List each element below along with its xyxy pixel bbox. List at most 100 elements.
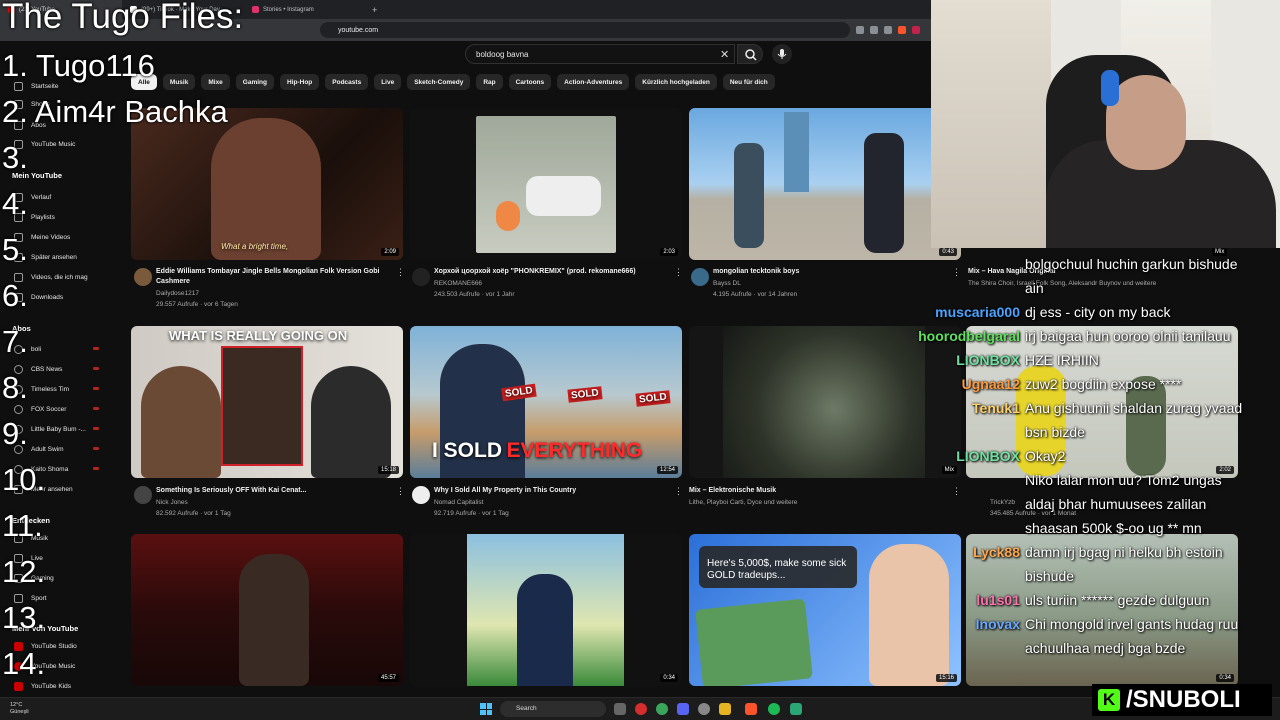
chat-username[interactable]: LIONBOX	[956, 445, 1020, 467]
url-field[interactable]: youtube.com	[320, 22, 850, 38]
instagram-icon	[252, 6, 259, 13]
chat-username[interactable]: hoorodbelgaral	[918, 325, 1020, 347]
video-duration: 15:18	[377, 466, 399, 474]
chip-cartoons[interactable]: Cartoons	[508, 74, 552, 90]
video-thumbnail[interactable]: 2:03	[410, 108, 682, 260]
chat-username[interactable]: Ugnaa12	[962, 373, 1020, 395]
chat-username[interactable]: lu1s01	[976, 589, 1020, 611]
more-options-icon[interactable]: ⋮	[674, 267, 683, 278]
chip-podcasts[interactable]: Podcasts	[325, 74, 369, 90]
overlay-list-item: 4.	[2, 186, 28, 221]
video-thumbnail[interactable]: SOLD SOLD SOLD I SOLD EVERYTHING 12:54	[410, 326, 682, 478]
sidebar-item-label: Adult Swim	[31, 445, 64, 453]
live-indicator	[93, 447, 99, 450]
discord-icon[interactable]	[677, 703, 689, 715]
video-thumbnail[interactable]: What a bright time, 2:09	[131, 108, 403, 260]
chat-username[interactable]: Inovax	[976, 613, 1020, 635]
video-thumbnail[interactable]: 45:57	[131, 534, 403, 686]
chip-new-for-you[interactable]: Neu für dich	[722, 74, 775, 90]
sidebar-item-label: YouTube Kids	[31, 682, 71, 690]
video-thumbnail[interactable]: WHAT IS REALLY GOING ON 15:18	[131, 326, 403, 478]
channel-avatar[interactable]	[134, 268, 152, 286]
overlay-list-item: 11.	[2, 508, 43, 543]
video-title[interactable]: mongolian tecktonik boys	[713, 267, 799, 277]
new-tab-button[interactable]: +	[372, 5, 377, 15]
video-title[interactable]: Eddie Williams Tombayar Jingle Bells Mon…	[156, 267, 396, 287]
chip-live[interactable]: Live	[374, 74, 402, 90]
channel-avatar[interactable]	[412, 486, 430, 504]
singer-figure	[211, 118, 321, 260]
more-options-icon[interactable]: ⋮	[952, 486, 961, 497]
more-options-icon[interactable]: ⋮	[674, 486, 683, 497]
channel-name[interactable]: Bayss DL	[713, 278, 741, 289]
taskbar-search[interactable]: Search	[500, 701, 606, 717]
chip-action-adventures[interactable]: Action-Adventures	[557, 74, 630, 90]
opera-icon[interactable]	[635, 703, 647, 715]
chip-musik[interactable]: Musik	[162, 74, 196, 90]
overlay-title: The Tugo Files:	[2, 0, 244, 36]
sidebar-item-label: CBS News	[31, 365, 63, 373]
video-duration: 12:54	[656, 466, 678, 474]
chip-recently-uploaded[interactable]: Kürzlich hochgeladen	[635, 74, 717, 90]
video-title[interactable]: Why I Sold All My Property in This Count…	[434, 486, 576, 496]
app-icon[interactable]	[790, 703, 802, 715]
video-thumbnail[interactable]: Mix	[689, 326, 961, 478]
obs-icon[interactable]	[698, 703, 710, 715]
clear-search-icon[interactable]: ✕	[720, 48, 729, 61]
brave-icon[interactable]	[745, 703, 757, 715]
more-options-icon[interactable]: ⋮	[952, 267, 961, 278]
download-icon[interactable]	[856, 26, 864, 34]
video-title[interactable]: Something Is Seriously OFF With Kai Cena…	[156, 486, 306, 496]
channel-avatar[interactable]	[691, 268, 709, 286]
headline-white: I SOLD	[432, 439, 503, 462]
video-thumbnail[interactable]: 0:34	[410, 534, 682, 686]
overlay-list-item: 2. Aim4r Bachka	[2, 94, 228, 129]
video-thumbnail[interactable]: 0:43	[689, 108, 961, 260]
video-title[interactable]: Хорхой цоорхой хоёр "PHONKREMIX" (prod. …	[434, 267, 636, 277]
chat-username[interactable]: muscaria000	[935, 301, 1020, 323]
channel-name[interactable]: Lithe, Playboi Carti, Dyce und weitere	[689, 497, 797, 508]
brave-shield-icon[interactable]	[898, 26, 906, 34]
search-button[interactable]	[737, 44, 763, 64]
channel-avatar[interactable]	[134, 486, 152, 504]
chat-username[interactable]: Lyck88	[973, 541, 1020, 563]
chip-rap[interactable]: Rap	[476, 74, 503, 90]
tab-label: Stories • Instagram	[263, 6, 314, 13]
channel-name[interactable]: The Shira Choir, Israeli Folk Song, Alek…	[968, 278, 1156, 289]
channel-name[interactable]: Nomad Capitalist	[434, 497, 484, 508]
channel-name[interactable]: REKOMANE666	[434, 278, 482, 289]
chat-message: bishude	[1025, 568, 1075, 584]
folder-icon[interactable]	[719, 703, 731, 715]
more-options-icon[interactable]: ⋮	[396, 267, 405, 278]
sidebar-item-label: Videos, die ich mag	[31, 273, 88, 281]
video-thumbnail[interactable]: Here's 5,000$, make some sick GOLD trade…	[689, 534, 961, 686]
chip-gaming[interactable]: Gaming	[235, 74, 274, 90]
chip-sketch-comedy[interactable]: Sketch-Comedy	[407, 74, 471, 90]
weather-widget[interactable]: 12°C Güneşli	[10, 702, 29, 716]
chip-hip-hop[interactable]: Hip-Hop	[280, 74, 320, 90]
live-indicator	[93, 347, 99, 350]
spotify-icon[interactable]	[768, 703, 780, 715]
video-duration: 0:34	[1216, 674, 1234, 682]
channel-name[interactable]: Dailydose1217	[156, 288, 199, 299]
chat-username[interactable]: LIONBOX	[956, 349, 1020, 371]
brave-rewards-icon[interactable]	[912, 26, 920, 34]
sidebar-item-label: FOX Soccer	[31, 405, 67, 413]
voice-search-button[interactable]	[772, 44, 792, 64]
channel-avatar[interactable]	[412, 268, 430, 286]
chrome-icon[interactable]	[656, 703, 668, 715]
task-view-icon[interactable]	[614, 703, 626, 715]
tab-instagram[interactable]: Stories • Instagram	[244, 0, 366, 19]
chip-mixe[interactable]: Mixe	[201, 74, 230, 90]
translate-icon[interactable]	[870, 26, 878, 34]
share-icon[interactable]	[884, 26, 892, 34]
live-indicator	[93, 407, 99, 410]
video-title[interactable]: Mix – Elektronische Musik	[689, 486, 776, 496]
tower-shape	[784, 112, 809, 192]
more-options-icon[interactable]: ⋮	[396, 486, 405, 497]
chat-username[interactable]: Tenuk1	[972, 397, 1020, 419]
channel-name[interactable]: TrickYzb	[990, 497, 1015, 508]
search-input[interactable]: boldoog bavna	[465, 44, 735, 64]
windows-start-icon[interactable]	[480, 703, 492, 715]
channel-name[interactable]: Nick Jones	[156, 497, 188, 508]
